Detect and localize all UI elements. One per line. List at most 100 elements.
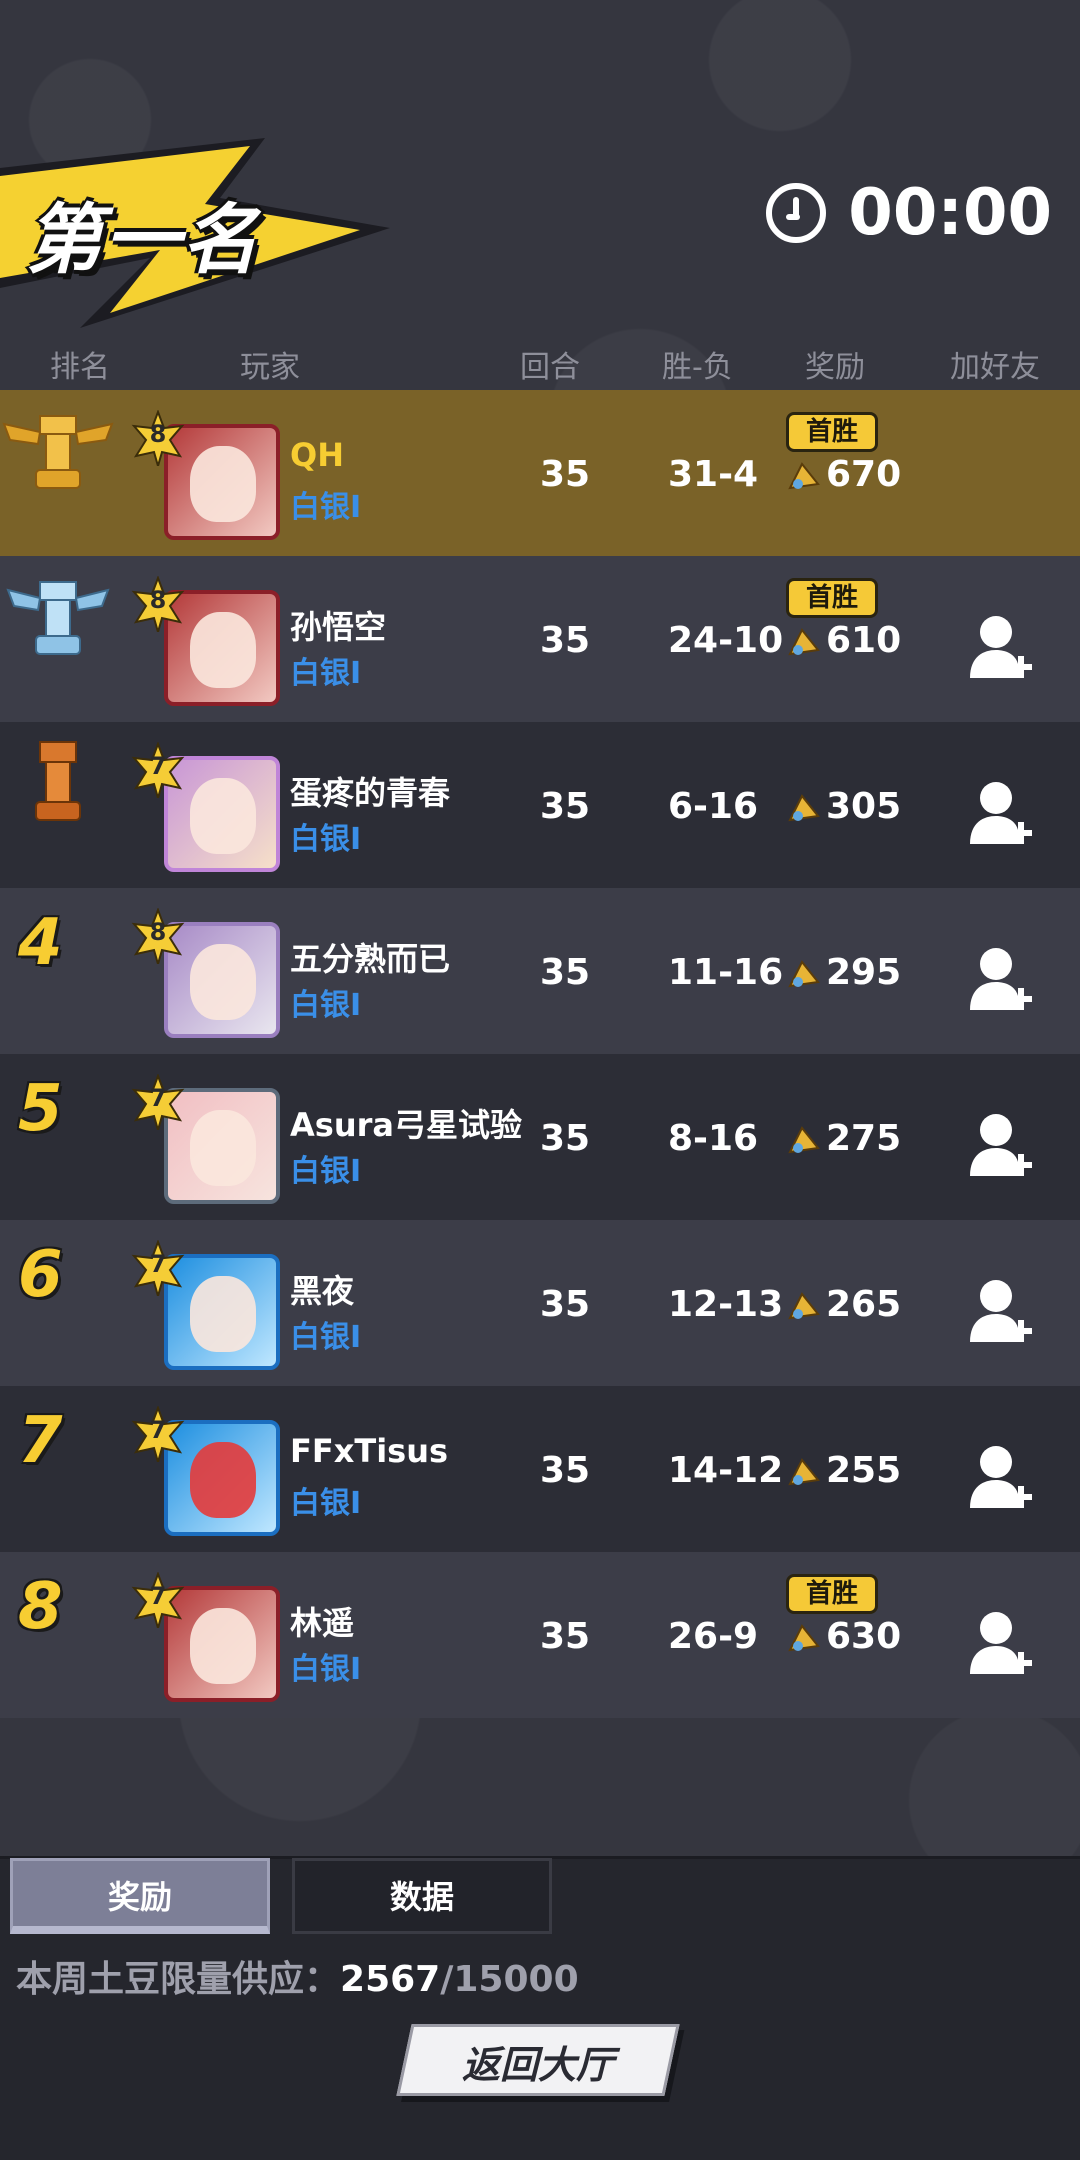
player-tier: 白银I xyxy=(290,1486,362,1521)
add-friend-icon[interactable] xyxy=(970,778,1034,850)
record-value: 26-9 xyxy=(668,1616,759,1657)
supply-current: 2567 xyxy=(340,1959,441,2000)
coin-icon xyxy=(788,1292,820,1320)
first-win-badge: 首胜 xyxy=(786,412,878,452)
level-number: 8 xyxy=(149,420,167,448)
record-value: 14-12 xyxy=(668,1450,784,1491)
table-row: 8 QH 白银I 35 31-4 首胜 670 xyxy=(0,390,1080,556)
record-value: 11-16 xyxy=(668,952,784,993)
player-name: QH xyxy=(290,436,344,474)
reward-value: 255 xyxy=(826,1450,902,1491)
record-value: 31-4 xyxy=(668,454,759,495)
rank-number: 6 xyxy=(18,1238,63,1312)
reward-value: 305 xyxy=(826,786,902,827)
reward-value: 610 xyxy=(826,620,902,661)
add-friend-icon[interactable] xyxy=(970,1608,1034,1680)
player-name: 黑夜 xyxy=(290,1272,355,1310)
player-tier: 白银I xyxy=(290,1320,362,1355)
table-row: 6 7 黑夜 白银I 35 12-13 265 xyxy=(0,1220,1080,1386)
bronze-trophy-icon xyxy=(35,741,81,821)
add-friend-icon[interactable] xyxy=(970,1110,1034,1182)
record-value: 12-13 xyxy=(668,1284,784,1325)
coin-icon xyxy=(788,462,820,490)
coin-icon xyxy=(788,960,820,988)
add-friend-icon[interactable] xyxy=(970,1276,1034,1348)
player-name: 蛋疼的青春 xyxy=(290,774,451,812)
table-row: 8 7 林遥 白银I 35 26-9 首胜 630 xyxy=(0,1552,1080,1718)
coin-icon xyxy=(788,1624,820,1652)
player-name: 孙悟空 xyxy=(290,608,387,646)
player-name: Asura弓星试验 xyxy=(290,1106,522,1144)
level-number: 7 xyxy=(149,1416,167,1444)
record-value: 6-16 xyxy=(668,786,759,827)
add-friend-icon[interactable] xyxy=(970,612,1034,684)
rounds-value: 35 xyxy=(540,1450,591,1491)
first-win-badge: 首胜 xyxy=(786,1574,878,1614)
tab-rewards[interactable]: 奖励 xyxy=(10,1858,270,1934)
col-rank: 排名 xyxy=(50,350,110,385)
first-win-badge: 首胜 xyxy=(786,578,878,618)
rounds-value: 35 xyxy=(540,620,591,661)
rank-number: 4 xyxy=(18,906,63,980)
add-friend-icon[interactable] xyxy=(970,1442,1034,1514)
reward-value: 295 xyxy=(826,952,902,993)
rounds-value: 35 xyxy=(540,454,591,495)
silver-trophy-icon xyxy=(6,581,110,655)
player-name: 林遥 xyxy=(290,1604,355,1642)
reward-value: 275 xyxy=(826,1118,902,1159)
player-tier: 白银I xyxy=(290,490,362,525)
reward-value: 670 xyxy=(826,454,902,495)
return-lobby-label[interactable]: 返回大厅 xyxy=(404,2034,672,2089)
col-player: 玩家 xyxy=(240,350,300,385)
player-tier: 白银I xyxy=(290,656,362,691)
level-number: 7 xyxy=(149,752,167,780)
supply-total: /15000 xyxy=(440,1959,579,2000)
tab-bar: 奖励 数据 xyxy=(10,1858,552,1934)
player-name: 五分熟而已 xyxy=(290,940,451,978)
player-tier: 白银I xyxy=(290,822,362,857)
ranking-list: 8 QH 白银I 35 31-4 首胜 670 8 孙悟空 白银I 35 24-… xyxy=(0,390,1080,1718)
add-friend-icon[interactable] xyxy=(970,944,1034,1016)
level-number: 8 xyxy=(149,918,167,946)
col-record: 胜-负 xyxy=(662,350,733,385)
player-tier: 白银I xyxy=(290,1652,362,1687)
player-tier: 白银I xyxy=(290,1154,362,1189)
rounds-value: 35 xyxy=(540,786,591,827)
rounds-value: 35 xyxy=(540,1284,591,1325)
rank-number: 8 xyxy=(18,1570,63,1644)
timer-text: 00:00 xyxy=(848,176,1052,250)
table-row: 8 孙悟空 白银I 35 24-10 首胜 610 xyxy=(0,556,1080,722)
table-row: 7 蛋疼的青春 白银I 35 6-16 305 xyxy=(0,722,1080,888)
coin-icon xyxy=(788,794,820,822)
reward-value: 265 xyxy=(826,1284,902,1325)
timer: 00:00 xyxy=(766,176,1052,250)
col-reward: 奖励 xyxy=(805,350,865,385)
level-number: 7 xyxy=(149,1582,167,1610)
table-row: 7 7 FFxTisus 白银I 35 14-12 255 xyxy=(0,1386,1080,1552)
col-add-friend: 加好友 xyxy=(950,350,1040,385)
gold-trophy-icon xyxy=(2,415,114,489)
player-name: FFxTisus xyxy=(290,1432,449,1470)
weekly-supply: 本周土豆限量供应：2567/15000 xyxy=(16,1950,579,2002)
tab-data[interactable]: 数据 xyxy=(292,1858,552,1934)
col-rounds: 回合 xyxy=(520,350,580,385)
rounds-value: 35 xyxy=(540,952,591,993)
coin-icon xyxy=(788,1126,820,1154)
page-title: 第一名 xyxy=(26,195,260,284)
supply-label: 本周土豆限量供应： xyxy=(16,1959,341,2000)
table-row: 5 7 Asura弓星试验 白银I 35 8-16 275 xyxy=(0,1054,1080,1220)
player-tier: 白银I xyxy=(290,988,362,1023)
clock-icon xyxy=(766,183,827,243)
rank-number: 7 xyxy=(18,1404,63,1478)
level-number: 7 xyxy=(149,1084,167,1112)
record-value: 24-10 xyxy=(668,620,784,661)
reward-value: 630 xyxy=(826,1616,902,1657)
coin-icon xyxy=(788,628,820,656)
coin-icon xyxy=(788,1458,820,1486)
level-number: 7 xyxy=(149,1250,167,1278)
column-headers: 排名 玩家 回合 胜-负 奖励 加好友 xyxy=(0,342,1080,388)
table-row: 4 8 五分熟而已 白银I 35 11-16 295 xyxy=(0,888,1080,1054)
rank-number: 5 xyxy=(18,1072,63,1146)
record-value: 8-16 xyxy=(668,1118,759,1159)
level-number: 8 xyxy=(149,586,167,614)
